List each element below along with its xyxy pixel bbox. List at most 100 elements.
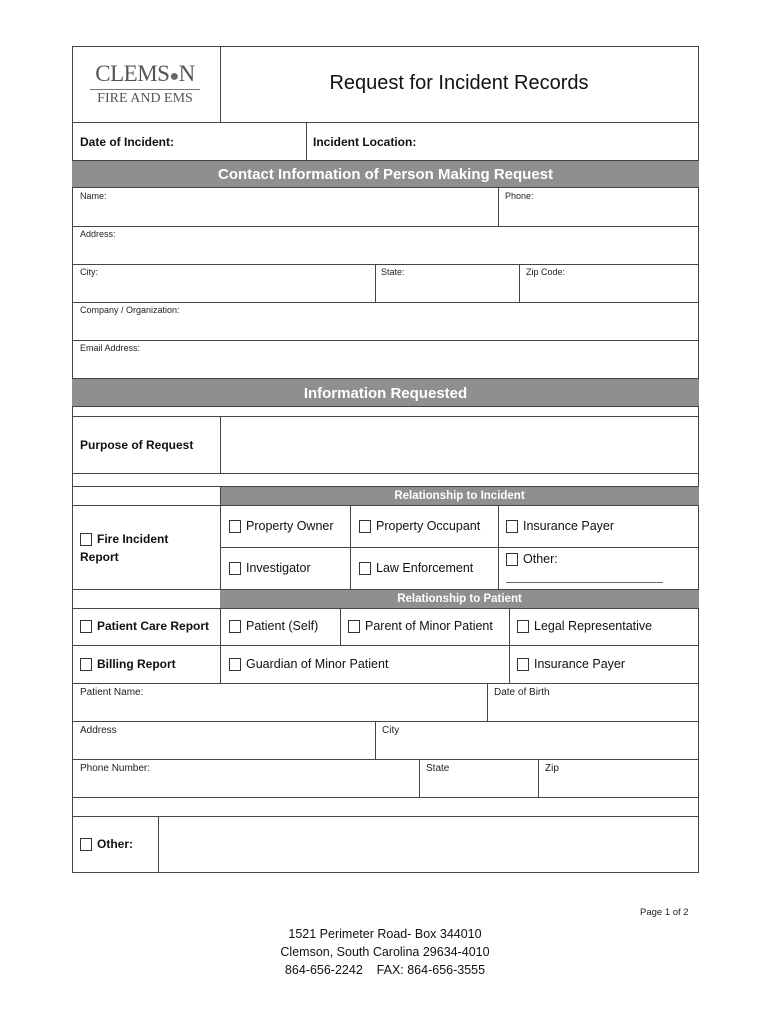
logo-text: CLEMS [95, 61, 170, 86]
patient-relationship-header: Relationship to Patient [220, 590, 699, 608]
patient-address-field[interactable]: Address [80, 725, 117, 736]
patient-zip-field[interactable]: Zip [545, 763, 559, 774]
divider [72, 797, 699, 798]
option-label: Guardian of Minor Patient [246, 657, 389, 671]
address-field[interactable]: Address: [80, 229, 116, 239]
divider [72, 645, 699, 646]
option-property-owner[interactable]: Property Owner [229, 519, 334, 534]
option-label: Patient (Self) [246, 619, 319, 633]
divider [375, 264, 376, 302]
contact-section-header: Contact Information of Person Making Req… [72, 160, 699, 188]
divider [72, 226, 699, 227]
patient-care-report-checkbox[interactable]: Patient Care Report [80, 619, 210, 634]
patient-state-field[interactable]: State [426, 763, 449, 774]
divider [72, 264, 699, 265]
incident-relationship-header: Relationship to Incident [220, 487, 699, 505]
state-field[interactable]: State: [381, 267, 405, 277]
incident-location-field[interactable]: Incident Location: [313, 135, 416, 149]
billing-report-checkbox[interactable]: Billing Report [80, 657, 176, 672]
billing-report-label: Billing Report [97, 657, 176, 671]
name-field[interactable]: Name: [80, 191, 107, 201]
checkbox[interactable] [80, 658, 92, 672]
option-investigator[interactable]: Investigator [229, 561, 311, 576]
checkbox[interactable] [80, 620, 92, 634]
date-of-incident-field[interactable]: Date of Incident: [80, 135, 174, 149]
page-title: Request for Incident Records [329, 72, 589, 94]
checkbox[interactable] [517, 658, 529, 672]
option-label: Legal Representative [534, 619, 653, 633]
clemson-logo: CLEMS●N FIRE AND EMS [80, 62, 210, 110]
option-insurance-payer-incident[interactable]: Insurance Payer [506, 519, 615, 534]
divider [419, 759, 420, 797]
other-input-line[interactable] [506, 582, 663, 583]
date-of-birth-field[interactable]: Date of Birth [494, 687, 550, 698]
divider [375, 721, 376, 759]
option-label: Property Occupant [376, 519, 481, 533]
other-label: Other: [97, 837, 133, 851]
logo-subtitle: FIRE AND EMS [97, 91, 193, 106]
checkbox[interactable] [359, 562, 371, 576]
logo-text-end: N [178, 61, 196, 86]
option-label: Law Enforcement [376, 561, 474, 575]
divider [72, 759, 699, 760]
divider [72, 505, 699, 506]
other-checkbox[interactable]: Other: [80, 837, 133, 852]
option-legal-representative[interactable]: Legal Representative [517, 619, 653, 634]
option-property-occupant[interactable]: Property Occupant [359, 519, 481, 534]
checkbox[interactable] [80, 533, 92, 547]
checkbox[interactable] [517, 620, 529, 634]
divider [519, 264, 520, 302]
patient-phone-field[interactable]: Phone Number: [80, 763, 150, 774]
page-number: Page 1 of 2 [640, 907, 689, 918]
patient-city-field[interactable]: City [382, 725, 399, 736]
divider [72, 340, 699, 341]
purpose-label: Purpose of Request [80, 438, 194, 452]
option-parent-of-minor[interactable]: Parent of Minor Patient [348, 619, 493, 634]
zip-code-field[interactable]: Zip Code: [526, 267, 565, 277]
checkbox[interactable] [229, 562, 241, 576]
email-field[interactable]: Email Address: [80, 343, 140, 353]
divider [220, 547, 699, 548]
checkbox[interactable] [359, 520, 371, 534]
phone-field[interactable]: Phone: [505, 191, 534, 201]
city-field[interactable]: City: [80, 267, 98, 277]
option-label: Other: [523, 552, 558, 566]
divider [498, 188, 499, 226]
divider [72, 473, 699, 474]
paw-icon: ● [169, 68, 179, 85]
footer-address-line2: Clemson, South Carolina 29634-4010 [280, 945, 490, 959]
divider [306, 122, 307, 160]
divider [72, 302, 699, 303]
option-label: Property Owner [246, 519, 334, 533]
divider [72, 122, 699, 123]
option-insurance-payer-patient[interactable]: Insurance Payer [517, 657, 626, 672]
fire-incident-report-label: Fire Incident Report [80, 532, 169, 564]
option-label: Insurance Payer [523, 519, 615, 533]
option-patient-self[interactable]: Patient (Self) [229, 619, 319, 634]
divider [72, 683, 699, 684]
patient-care-report-label: Patient Care Report [97, 619, 210, 633]
footer-contact-line: 864-656-2242 FAX: 864-656-3555 [284, 963, 486, 977]
option-law-enforcement[interactable]: Law Enforcement [359, 561, 474, 576]
patient-name-field[interactable]: Patient Name: [80, 687, 143, 698]
divider [487, 683, 488, 721]
option-guardian-of-minor[interactable]: Guardian of Minor Patient [229, 657, 389, 672]
checkbox[interactable] [229, 658, 241, 672]
checkbox[interactable] [506, 520, 518, 534]
option-other-incident[interactable]: Other: [506, 552, 558, 567]
checkbox[interactable] [80, 838, 92, 852]
checkbox[interactable] [506, 553, 518, 567]
divider [538, 759, 539, 797]
option-label: Insurance Payer [534, 657, 626, 671]
checkbox[interactable] [229, 620, 241, 634]
fire-incident-report-checkbox[interactable]: Fire Incident Report [80, 530, 210, 566]
company-field[interactable]: Company / Organization: [80, 305, 180, 315]
option-label: Parent of Minor Patient [365, 619, 493, 633]
divider [340, 608, 341, 645]
other-input[interactable] [159, 817, 698, 873]
divider [72, 608, 699, 609]
checkbox[interactable] [348, 620, 360, 634]
checkbox[interactable] [229, 520, 241, 534]
divider [72, 721, 699, 722]
purpose-input[interactable] [221, 417, 698, 473]
